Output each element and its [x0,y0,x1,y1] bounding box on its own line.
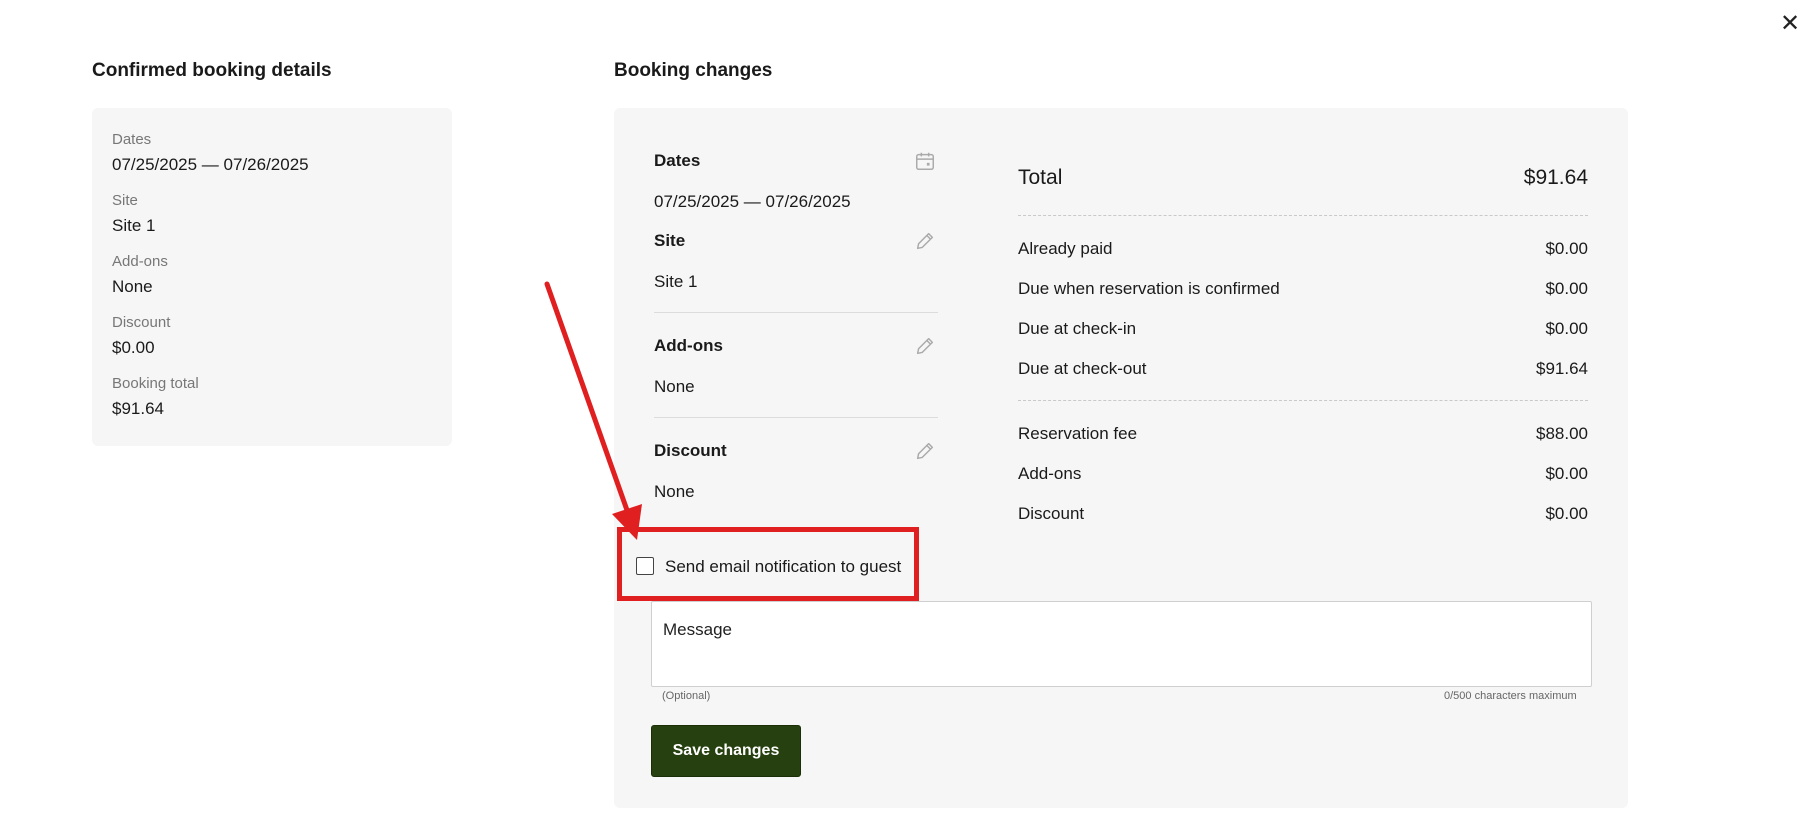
booking-total-value: $91.64 [112,399,164,418]
message-optional-hint: (Optional) [662,690,711,702]
summary-row: Due at check-out $91.64 [1018,359,1588,379]
save-changes-button[interactable]: Save changes [651,725,801,777]
new-addons-value: None [654,377,695,396]
summary-row: Due when reservation is confirmed $0.00 [1018,279,1588,299]
summary-row: Already paid $0.00 [1018,239,1588,259]
new-discount-value: None [654,482,695,501]
new-site-value: Site 1 [654,272,698,291]
discount-value: $0.00 [112,338,155,357]
booking-total-label: Booking total [112,375,199,392]
confirmed-details-title: Confirmed booking details [92,60,332,81]
confirmed-details-card: Dates 07/25/2025 — 07/26/2025 Site Site … [92,108,452,446]
dates-heading: Dates [654,151,701,170]
message-textarea[interactable] [651,601,1592,687]
summary-value: $0.00 [1545,319,1588,338]
summary-label: Already paid [1018,239,1113,258]
addons-value: None [112,277,153,296]
summary-value: $88.00 [1536,424,1588,443]
dashed-divider [1018,400,1588,401]
close-icon: ✕ [1779,10,1801,37]
summary-total-row: Total $91.64 [1018,166,1588,190]
summary-label: Due at check-in [1018,319,1137,338]
dates-value: 07/25/2025 — 07/26/2025 [112,155,309,174]
summary-row: Add-ons $0.00 [1018,464,1588,484]
pencil-icon[interactable] [914,335,936,357]
summary-value: $0.00 [1545,504,1588,523]
dates-label: Dates [112,131,152,148]
new-dates-value: 07/25/2025 — 07/26/2025 [654,192,851,211]
summary-total-value: $91.64 [1523,166,1588,189]
summary-value: $0.00 [1545,279,1588,298]
site-value: Site 1 [112,216,156,235]
summary-row: Due at check-in $0.00 [1018,319,1588,339]
addons-heading: Add-ons [654,336,723,355]
summary-row: Discount $0.00 [1018,504,1588,524]
booking-changes-title: Booking changes [614,60,773,81]
summary-value: $0.00 [1545,464,1588,483]
summary-value: $0.00 [1545,239,1588,258]
pencil-icon[interactable] [914,440,936,462]
booking-changes-card: Dates 07/25/2025 — 07/26/2025 Site Site … [614,108,1628,808]
discount-heading: Discount [654,441,727,460]
summary-value: $91.64 [1536,359,1588,378]
addons-label: Add-ons [112,253,168,270]
divider [654,312,938,313]
summary-label: Due when reservation is confirmed [1018,279,1280,298]
dashed-divider [1018,215,1588,216]
pencil-icon[interactable] [914,230,936,252]
summary-label: Due at check-out [1018,359,1147,378]
annotation-highlight-box [617,527,919,601]
site-heading: Site [654,231,686,250]
discount-label: Discount [112,314,171,331]
close-button[interactable]: ✕ [1776,10,1804,38]
divider [654,417,938,418]
summary-label: Add-ons [1018,464,1082,483]
summary-total-label: Total [1018,166,1063,189]
site-label: Site [112,192,138,209]
summary-row: Reservation fee $88.00 [1018,424,1588,444]
summary-label: Discount [1018,504,1085,523]
summary-label: Reservation fee [1018,424,1138,443]
message-char-counter: 0/500 characters maximum [1444,690,1577,702]
calendar-icon[interactable] [914,150,936,172]
